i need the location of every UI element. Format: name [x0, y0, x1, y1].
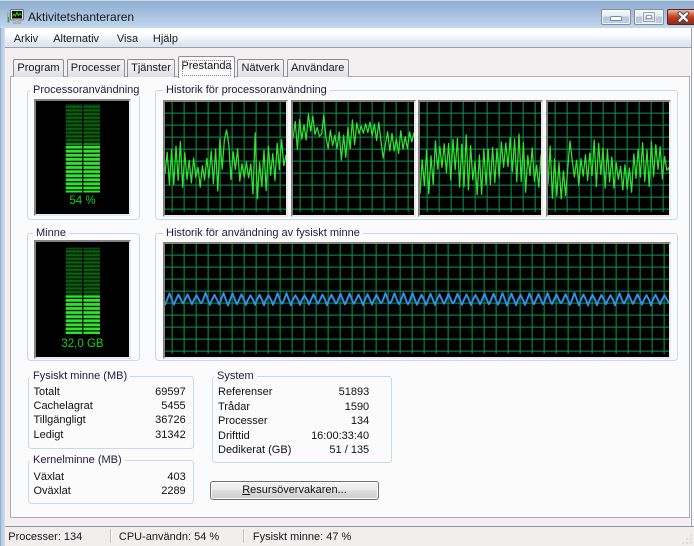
svg-text:54 %: 54 %	[69, 195, 95, 207]
svg-text:32,0 GB: 32,0 GB	[61, 338, 104, 350]
